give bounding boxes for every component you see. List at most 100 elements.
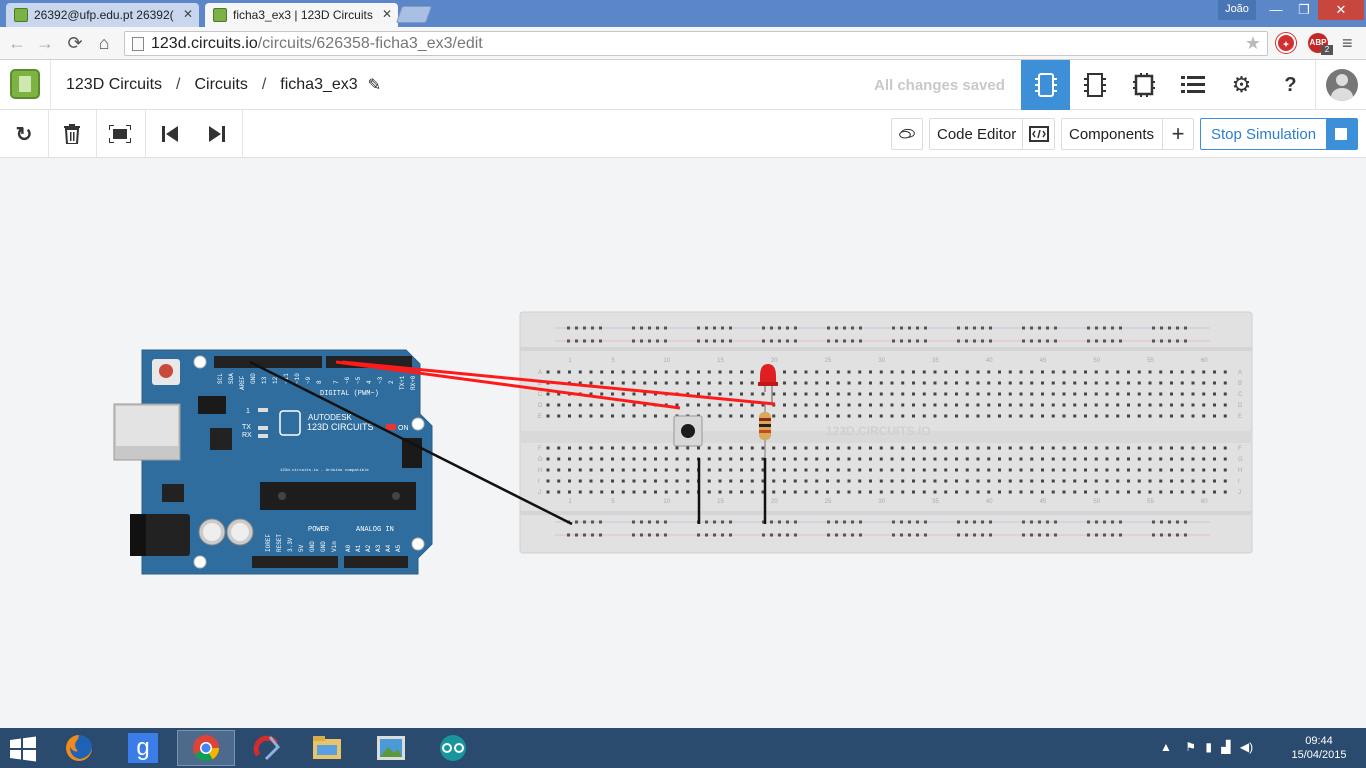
address-bar[interactable]: 123d.circuits.io/circuits/626358-ficha3_… xyxy=(124,31,1268,56)
on-label: ON xyxy=(398,425,409,432)
breadboard-column-number: 45 xyxy=(1040,358,1047,364)
pushbutton[interactable] xyxy=(673,415,703,447)
google-taskbar-icon[interactable]: g xyxy=(114,730,172,766)
new-tab-button[interactable] xyxy=(395,6,433,23)
volume-icon[interactable]: ◀) xyxy=(1240,740,1253,754)
breadcrumb-app[interactable]: 123D Circuits xyxy=(66,76,162,94)
reload-icon[interactable]: ⟳ xyxy=(64,33,86,54)
breadboard-view-button[interactable] xyxy=(1021,60,1070,110)
arduino-ide-taskbar-icon[interactable] xyxy=(424,730,482,766)
top-pin-label: ~9 xyxy=(305,376,312,384)
back-icon[interactable]: ← xyxy=(6,33,28,54)
top-pin-label: 7 xyxy=(333,380,340,384)
tab-circuit[interactable]: ficha3_ex3 | 123D Circuits ✕ xyxy=(205,3,398,27)
gear-icon: ⚙ xyxy=(1231,72,1252,97)
power-icon[interactable]: ▮ xyxy=(1205,740,1212,754)
close-icon[interactable]: ✕ xyxy=(183,7,193,21)
home-icon[interactable]: ⌂ xyxy=(93,33,115,54)
breadboard-row-label: A xyxy=(538,370,542,376)
photos-taskbar-icon[interactable] xyxy=(362,730,420,766)
bookmark-star-icon[interactable]: ★ xyxy=(1245,33,1261,54)
forward-icon[interactable]: → xyxy=(34,33,56,54)
page-icon xyxy=(132,37,144,51)
file-explorer-taskbar-icon[interactable] xyxy=(298,730,356,766)
breadboard-column-number: 20 xyxy=(771,499,778,505)
digital-header-left xyxy=(214,356,322,368)
pcb-view-button[interactable] xyxy=(1119,60,1168,110)
circuit-svg: 1 TX RX AUTODESK 123D CIRCUITS ON 123d.c… xyxy=(113,311,1253,575)
pencil-icon[interactable]: ✎ xyxy=(368,75,381,95)
breadboard-row-label: C xyxy=(538,392,543,398)
breadboard-column-number: 20 xyxy=(771,358,778,364)
stop-simulation-button[interactable]: Stop Simulation xyxy=(1200,118,1358,150)
lastpass-icon[interactable]: ✦ xyxy=(1276,33,1296,53)
undo-button[interactable] xyxy=(146,110,194,158)
close-window-icon[interactable]: ✕ xyxy=(1318,0,1364,20)
save-status: All changes saved xyxy=(874,77,1005,94)
breadcrumb-circuits[interactable]: Circuits xyxy=(194,76,247,94)
comments-button[interactable] xyxy=(891,118,923,150)
ccleaner-taskbar-icon[interactable] xyxy=(238,730,296,766)
url-host: 123d.circuits.io xyxy=(151,35,258,52)
breadboard-row-label: H xyxy=(1238,468,1242,474)
top-pin-label: ~6 xyxy=(344,376,351,384)
action-center-flag-icon[interactable]: ⚑ xyxy=(1185,740,1196,754)
tx-label: TX xyxy=(242,424,251,431)
restore-icon[interactable]: ❐ xyxy=(1290,0,1318,20)
circuit-title[interactable]: ficha3_ex3 xyxy=(280,76,357,94)
top-pin-label: 8 xyxy=(316,380,323,384)
rotate-button[interactable]: ↻ xyxy=(0,110,48,158)
power-pin-label: GND xyxy=(320,541,327,552)
digital-label: DIGITAL (PWM~) xyxy=(320,390,379,398)
component-list-button[interactable] xyxy=(1168,60,1217,110)
breadboard-row-label: F xyxy=(1238,446,1242,452)
fit-to-view-button[interactable] xyxy=(96,110,144,158)
breadboard-watermark: 123D.CIRCUITS.IO xyxy=(826,424,931,438)
breadboard-row-label: A xyxy=(1238,370,1242,376)
minimize-icon[interactable]: — xyxy=(1262,0,1290,20)
url-path: /circuits/626358-ficha3_ex3/edit xyxy=(257,35,483,52)
power-label: POWER xyxy=(308,526,330,534)
top-pin-label: 4 xyxy=(366,380,373,384)
l-led-label: 1 xyxy=(246,408,250,415)
firefox-taskbar-icon[interactable] xyxy=(50,730,108,766)
network-icon[interactable]: ▟ xyxy=(1221,740,1230,754)
windows-start-icon[interactable] xyxy=(8,736,38,762)
delete-button[interactable] xyxy=(48,110,96,158)
help-button[interactable]: ? xyxy=(1266,60,1315,110)
power-pin-label: RESET xyxy=(276,534,283,552)
analog-pin-label: A5 xyxy=(395,544,402,552)
code-editor-button[interactable]: Code Editor xyxy=(929,118,1055,150)
breadboard-column-number: 35 xyxy=(932,499,939,505)
breadboard-icon xyxy=(1034,73,1057,97)
breadboard-row-label: D xyxy=(1238,403,1243,409)
analog-header xyxy=(344,556,408,568)
circuit-canvas[interactable]: 1 TX RX AUTODESK 123D CIRCUITS ON 123d.c… xyxy=(0,158,1366,728)
help-icon: ? xyxy=(1284,73,1297,96)
app-logo[interactable] xyxy=(10,69,40,99)
schematic-view-button[interactable] xyxy=(1070,60,1119,110)
breadboard-column-number: 40 xyxy=(986,358,993,364)
breadboard-row-label: G xyxy=(538,457,543,463)
breadboard-column-number: 40 xyxy=(986,499,993,505)
stop-icon xyxy=(1326,119,1357,149)
breadboard-column-number: 15 xyxy=(717,499,724,505)
breadboard-column-number: 10 xyxy=(663,358,670,364)
redo-button[interactable] xyxy=(193,110,241,158)
chrome-taskbar-icon[interactable] xyxy=(177,730,235,766)
chrome-user-label[interactable]: João xyxy=(1218,0,1256,20)
clock[interactable]: 09:44 15/04/2015 xyxy=(1288,734,1350,762)
tab-email[interactable]: 26392@ufp.edu.pt 26392( ✕ xyxy=(6,3,199,27)
avatar[interactable] xyxy=(1326,69,1358,101)
breadboard-column-number: 55 xyxy=(1147,358,1154,364)
close-icon[interactable]: ✕ xyxy=(382,7,392,21)
components-button[interactable]: Components + xyxy=(1061,118,1194,150)
browser-titlebar: 26392@ufp.edu.pt 26392( ✕ ficha3_ex3 | 1… xyxy=(0,0,1366,27)
breadboard-column-number: 50 xyxy=(1093,499,1100,505)
chrome-menu-icon[interactable]: ≡ xyxy=(1342,33,1353,54)
show-hidden-icons-icon[interactable]: ▲ xyxy=(1160,740,1172,754)
settings-button[interactable]: ⚙ xyxy=(1217,60,1266,110)
rotate-icon: ↻ xyxy=(15,123,33,146)
top-pin-label: 2 xyxy=(388,380,395,384)
tab-favicon-icon xyxy=(213,8,227,22)
